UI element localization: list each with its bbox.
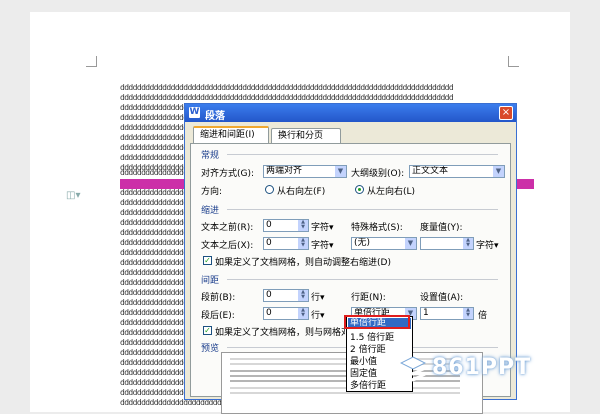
direction-label: 方向: — [201, 187, 223, 197]
tab-indent-spacing[interactable]: 缩进和间距(I) — [193, 126, 269, 144]
document-text-line: dddddddddddddddddddddddddddddddddddddddd… — [120, 84, 454, 92]
chevron-down-icon: ▼ — [405, 238, 416, 249]
setting-value: 1 — [423, 308, 429, 318]
measure-unit[interactable]: 字符▾ — [476, 238, 499, 251]
divider — [227, 154, 498, 155]
line-spacing-option-multiple[interactable]: 多倍行距 — [350, 378, 386, 391]
indent-before-value: 0 — [266, 220, 272, 230]
spinner-icon[interactable]: ▲ ▼ — [463, 238, 473, 249]
setting-unit: 倍 — [478, 311, 488, 321]
measure-input[interactable]: ▲ ▼ — [420, 237, 474, 250]
dialog-title: 段落 — [205, 111, 225, 122]
outline-level-label: 大纲级别(O): — [351, 169, 405, 179]
special-format-value: (无) — [354, 238, 371, 248]
section-indent: 缩进 — [201, 206, 220, 216]
spacing-grid-checkbox[interactable]: ✓ — [203, 326, 212, 335]
indent-grid-checkbox[interactable]: ✓ — [203, 256, 212, 265]
margin-corner-top-left — [86, 56, 97, 67]
section-preview: 预览 — [201, 344, 220, 354]
annotation-highlight-box — [344, 315, 410, 329]
spinner-icon[interactable]: ▲ ▼ — [298, 308, 308, 319]
spinner-icon[interactable]: ▲ ▼ — [298, 290, 308, 301]
setting-value-input[interactable]: 1 ▲ ▼ — [420, 307, 474, 320]
section-spacing: 间距 — [201, 276, 220, 286]
rtl-radio[interactable] — [265, 185, 274, 194]
tab-line-page-break[interactable]: 换行和分页(P) — [271, 128, 341, 155]
spacing-after-input[interactable]: 0 ▲ ▼ — [263, 307, 309, 320]
spacing-before-label: 段前(B): — [201, 293, 236, 303]
ltr-radio[interactable] — [355, 185, 364, 194]
special-format-label: 特殊格式(S): — [351, 223, 403, 233]
section-general: 常规 — [201, 151, 220, 161]
indent-before-label: 文本之前(R): — [201, 223, 254, 233]
rtl-label: 从右向左(F) — [277, 187, 326, 197]
margin-corner-top-right — [508, 56, 519, 67]
divider — [227, 279, 498, 280]
indent-after-value: 0 — [266, 238, 272, 248]
indent-after-label: 文本之后(X): — [201, 241, 254, 251]
document-icon[interactable]: ◫▾ — [66, 190, 80, 201]
outline-level-select[interactable]: 正文文本 ▼ — [409, 165, 505, 178]
ltr-label: 从左向右(L) — [367, 187, 416, 197]
preview-line — [230, 392, 460, 394]
spacing-after-unit[interactable]: 行▾ — [311, 308, 325, 321]
setting-value-label: 设置值(A): — [420, 293, 464, 303]
indent-before-input[interactable]: 0 ▲ ▼ — [263, 219, 309, 232]
spacing-grid-label: 如果定义了文档网格，则与网格对齐 — [215, 328, 345, 338]
spacing-before-value: 0 — [266, 290, 272, 300]
document-text-line: dddddddddddddddddddddddddddddddddddddddd… — [120, 94, 454, 102]
spacing-after-value: 0 — [266, 308, 272, 318]
spacing-before-input[interactable]: 0 ▲ ▼ — [263, 289, 309, 302]
dialog-titlebar[interactable]: W 段落 × — [185, 104, 516, 122]
spinner-icon[interactable]: ▲ ▼ — [463, 308, 473, 319]
spinner-icon[interactable]: ▲ ▼ — [298, 220, 308, 231]
line-spacing-label: 行距(N): — [351, 293, 386, 303]
watermark-logo: 861PPT — [432, 355, 532, 380]
wps-icon: W — [189, 107, 200, 118]
layers-icon — [400, 356, 426, 382]
indent-before-unit[interactable]: 字符▾ — [311, 220, 334, 233]
spinner-icon[interactable]: ▲ ▼ — [298, 238, 308, 249]
chevron-down-icon: ▼ — [335, 166, 346, 177]
indent-grid-label: 如果定义了文档网格，则自动调整右缩进(D) — [215, 258, 391, 268]
measure-label: 度量值(Y): — [420, 223, 463, 233]
alignment-select[interactable]: 两端对齐 ▼ — [263, 165, 347, 178]
spacing-before-unit[interactable]: 行▾ — [311, 290, 325, 303]
indent-after-input[interactable]: 0 ▲ ▼ — [263, 237, 309, 250]
chevron-down-icon: ▼ — [493, 166, 504, 177]
preview-line — [230, 387, 460, 389]
outline-level-value: 正文文本 — [412, 166, 449, 176]
indent-after-unit[interactable]: 字符▾ — [311, 238, 334, 251]
spacing-after-label: 段后(E): — [201, 311, 235, 321]
close-button[interactable]: × — [499, 106, 513, 120]
alignment-value: 两端对齐 — [266, 166, 303, 176]
divider — [227, 209, 498, 210]
special-format-select[interactable]: (无) ▼ — [351, 237, 417, 250]
alignment-label: 对齐方式(G): — [201, 169, 255, 179]
